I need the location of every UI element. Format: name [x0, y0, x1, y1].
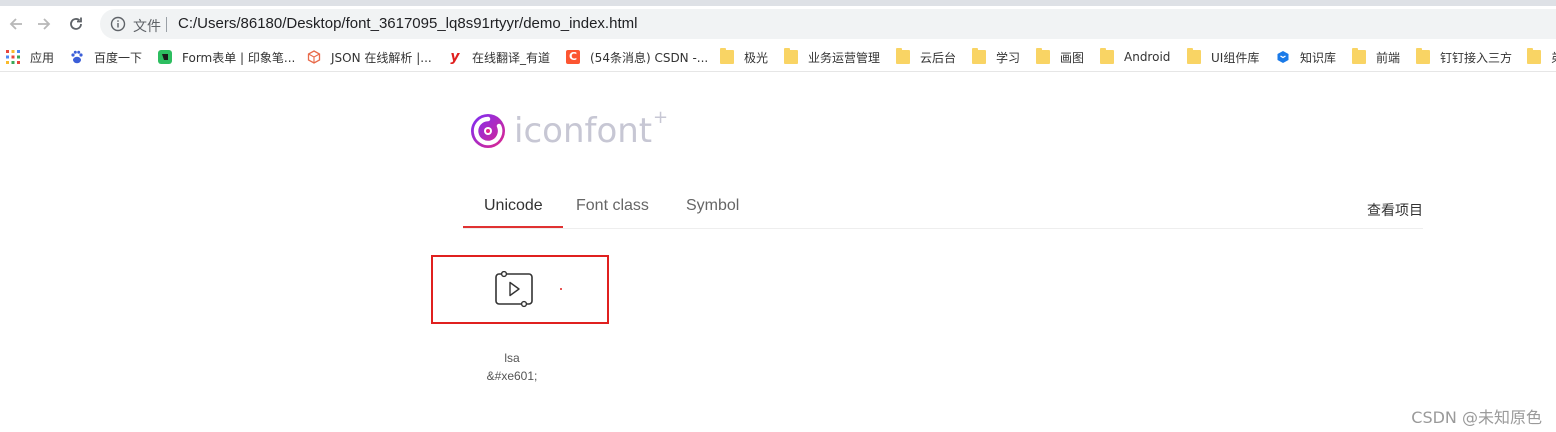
- browser-toolbar: 文件 C:/Users/86180/Desktop/font_3617095_l…: [0, 6, 1556, 42]
- active-tab-indicator: [463, 226, 563, 228]
- logo-plus: +: [653, 107, 669, 128]
- icon-code: &#xe601;: [486, 369, 538, 383]
- bookmark-label: UI组件库: [1211, 50, 1260, 65]
- back-arrow-icon: [9, 18, 22, 30]
- reload-icon: [70, 17, 82, 30]
- folder-icon: [720, 48, 734, 64]
- tab-symbol[interactable]: Symbol: [686, 197, 739, 215]
- iconfont-logo-icon: [471, 114, 505, 148]
- folder-icon: [1100, 48, 1114, 64]
- play-frame-icon: [495, 271, 533, 308]
- bookmark-evernote[interactable]: Form表单 | 印象笔...: [158, 48, 295, 66]
- watermark: CSDN @未知原色: [1411, 408, 1542, 427]
- bookmark-folder[interactable]: 钉钉接入三方: [1416, 48, 1512, 66]
- folder-icon: [784, 48, 798, 64]
- folder-icon: [1416, 48, 1430, 64]
- bookmark-knowledge-base[interactable]: 知识库: [1276, 48, 1336, 66]
- evernote-icon: [158, 50, 172, 64]
- tab-unicode[interactable]: Unicode: [484, 197, 543, 215]
- icon-name: lsa: [504, 351, 520, 365]
- knowledge-base-icon: [1277, 51, 1289, 63]
- bookmark-json[interactable]: JSON 在线解析 |...: [307, 48, 432, 66]
- bookmark-label: 画图: [1060, 50, 1085, 65]
- folder-icon: [1187, 48, 1201, 64]
- red-dot-marker: [560, 288, 562, 290]
- address-bar[interactable]: 文件 C:/Users/86180/Desktop/font_3617095_l…: [100, 9, 1556, 39]
- bookmark-folder[interactable]: 弟: [1527, 48, 1556, 66]
- bookmark-label: 百度一下: [94, 50, 143, 65]
- bookmark-folder[interactable]: 云后台: [896, 48, 956, 66]
- bookmarks-bar: 应用 百度一下 Form表单 | 印象笔... JSON 在线解析 |... y…: [0, 42, 1556, 72]
- bookmark-folder[interactable]: 前端: [1352, 48, 1400, 66]
- bookmark-label: 前端: [1376, 50, 1401, 65]
- bookmark-folder[interactable]: Android: [1100, 48, 1170, 66]
- bookmark-folder[interactable]: 学习: [972, 48, 1020, 66]
- reload-button[interactable]: [64, 12, 88, 36]
- bookmark-label: 在线翻译_有道: [472, 50, 551, 65]
- scheme-label: 文件: [133, 19, 161, 35]
- forward-button[interactable]: [32, 12, 56, 36]
- bookmark-label: 知识库: [1300, 50, 1337, 65]
- bookmark-baidu[interactable]: 百度一下: [70, 48, 142, 66]
- icon-card[interactable]: [431, 255, 609, 324]
- folder-icon: [896, 48, 910, 64]
- bookmark-csdn[interactable]: C (54条消息) CSDN -...: [566, 48, 708, 66]
- bookmark-label: 弟: [1551, 49, 1556, 66]
- iconfont-logo[interactable]: iconfont +: [470, 107, 668, 151]
- folder-icon: [1036, 48, 1050, 64]
- tab-font-class[interactable]: Font class: [576, 197, 649, 215]
- demo-tabs: Unicode Font class Symbol 查看项目: [463, 185, 1423, 229]
- bookmark-folder[interactable]: 画图: [1036, 48, 1084, 66]
- json-cube-icon: [307, 50, 321, 64]
- bookmark-label: 云后台: [920, 50, 957, 65]
- folder-icon: [1352, 48, 1366, 64]
- bookmark-label: 业务运营管理: [808, 50, 881, 65]
- youdao-icon: y: [450, 49, 460, 65]
- folder-icon: [1527, 48, 1541, 64]
- bookmark-label: JSON 在线解析 |...: [331, 50, 432, 65]
- address-separator: [166, 17, 167, 32]
- url-text[interactable]: C:/Users/86180/Desktop/font_3617095_lq8s…: [178, 15, 637, 32]
- bookmark-apps[interactable]: 应用: [6, 48, 54, 66]
- baidu-paw-icon: [71, 50, 83, 64]
- bookmark-label: Android: [1124, 50, 1171, 64]
- view-project-link[interactable]: 查看项目: [1367, 200, 1423, 220]
- bookmark-folder[interactable]: 极光: [720, 48, 768, 66]
- bookmark-folder[interactable]: 业务运营管理: [784, 48, 880, 66]
- back-button[interactable]: [4, 12, 28, 36]
- bookmark-label: Form表单 | 印象笔...: [182, 50, 296, 65]
- folder-icon: [972, 48, 986, 64]
- forward-arrow-icon: [38, 18, 51, 30]
- bookmark-youdao[interactable]: y 在线翻译_有道: [448, 48, 550, 66]
- bookmark-label: 学习: [996, 50, 1021, 65]
- bookmark-label: (54条消息) CSDN -...: [590, 50, 709, 65]
- bookmark-label: 钉钉接入三方: [1440, 50, 1513, 65]
- logo-text: iconfont: [514, 111, 653, 151]
- bookmark-label: 极光: [744, 50, 769, 65]
- bookmark-label: 应用: [30, 50, 55, 65]
- apps-grid-icon: [6, 50, 20, 64]
- info-icon[interactable]: [110, 16, 126, 32]
- csdn-icon: C: [566, 50, 580, 64]
- bookmark-folder[interactable]: UI组件库: [1187, 48, 1259, 66]
